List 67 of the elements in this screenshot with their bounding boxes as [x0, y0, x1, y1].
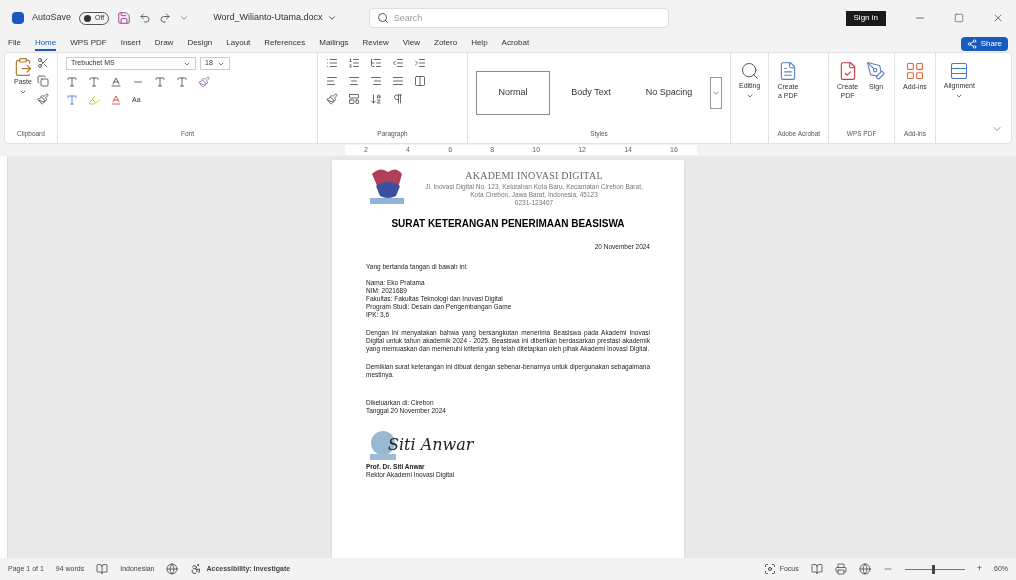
print-layout-icon[interactable]: [834, 563, 847, 575]
focus-icon: [763, 563, 776, 575]
ribbon-tab[interactable]: Mailings: [319, 37, 349, 51]
proofing-icon[interactable]: [96, 563, 109, 575]
clear-formatting-icon[interactable]: [198, 76, 210, 88]
align-center-icon[interactable]: [348, 75, 360, 87]
style-option[interactable]: Body Text: [554, 71, 628, 116]
sort-icon[interactable]: [370, 93, 382, 105]
ribbon-tab[interactable]: Zotero: [434, 37, 458, 51]
underline-icon[interactable]: [110, 76, 122, 88]
rows-icon: [949, 61, 970, 81]
zoom-in-button[interactable]: +: [976, 562, 982, 576]
borders-icon[interactable]: [348, 93, 360, 105]
ribbon-tab[interactable]: Review: [362, 37, 389, 51]
grid-icon: [904, 61, 925, 81]
search-icon: [739, 61, 760, 81]
multilevel-list-icon[interactable]: [370, 57, 382, 69]
file-name[interactable]: Word_Wilianto-Utama.docx: [213, 11, 337, 25]
increase-indent-icon[interactable]: [414, 57, 426, 69]
undo-icon[interactable]: [139, 12, 152, 24]
ribbon-tab[interactable]: Insert: [120, 37, 141, 51]
search-field[interactable]: Search: [368, 8, 669, 28]
accessibility-icon: [190, 563, 203, 575]
word-logo-icon: [12, 12, 24, 24]
pen-icon: [866, 61, 887, 81]
ribbon-tab[interactable]: Design: [187, 37, 213, 51]
ribbon-tab[interactable]: Draw: [154, 37, 174, 51]
read-mode-icon[interactable]: [810, 563, 823, 575]
signature: Siti Anwar: [388, 434, 474, 456]
save-icon[interactable]: [117, 11, 132, 25]
autosave-label: AutoSave: [32, 11, 72, 25]
font-color-icon[interactable]: [110, 94, 122, 106]
zoom-slider-thumb[interactable]: [931, 564, 935, 574]
justify-icon[interactable]: [392, 75, 404, 87]
style-option[interactable]: Normal: [476, 71, 550, 116]
share-icon: [966, 39, 977, 49]
align-left-icon[interactable]: [326, 75, 338, 87]
text-effects-icon[interactable]: [66, 94, 78, 106]
clipboard-icon: [13, 57, 33, 77]
ribbon-tab[interactable]: View: [402, 37, 420, 51]
search-icon: [376, 12, 389, 24]
format-painter-icon[interactable]: [37, 93, 49, 105]
style-option[interactable]: No Spacing: [632, 71, 706, 116]
share-button[interactable]: Share: [960, 37, 1008, 51]
styles-more-icon[interactable]: [710, 77, 722, 110]
web-layout-icon[interactable]: [858, 563, 871, 575]
ribbon-tab[interactable]: Layout: [226, 37, 251, 51]
bullets-icon[interactable]: [326, 57, 338, 69]
ribbon-tab[interactable]: Acrobat: [501, 37, 530, 51]
letter-title: SURAT KETERANGAN PENERIMAAN BEASISWA: [390, 217, 626, 231]
align-right-icon[interactable]: [370, 75, 382, 87]
sign-in-button[interactable]: Sign in: [845, 10, 886, 26]
ribbon-tab[interactable]: File: [8, 37, 21, 51]
toggle-knob: [84, 14, 92, 22]
ribbon-tab[interactable]: Help: [471, 37, 488, 51]
ribbon-tab[interactable]: References: [264, 37, 306, 51]
institution-name: AKADEMI INOVASI DIGITAL: [465, 168, 603, 183]
close-icon[interactable]: [992, 12, 1004, 24]
maximize-icon[interactable]: [954, 13, 964, 23]
caret-icon: [326, 13, 337, 23]
cut-icon[interactable]: [37, 57, 49, 69]
ribbon-tab[interactable]: WPS PDF: [70, 37, 107, 51]
show-marks-icon[interactable]: [392, 93, 404, 105]
numbering-icon[interactable]: [348, 57, 360, 69]
decrease-indent-icon[interactable]: [392, 57, 404, 69]
redo-icon[interactable]: [159, 12, 172, 24]
copy-icon[interactable]: [37, 75, 49, 87]
